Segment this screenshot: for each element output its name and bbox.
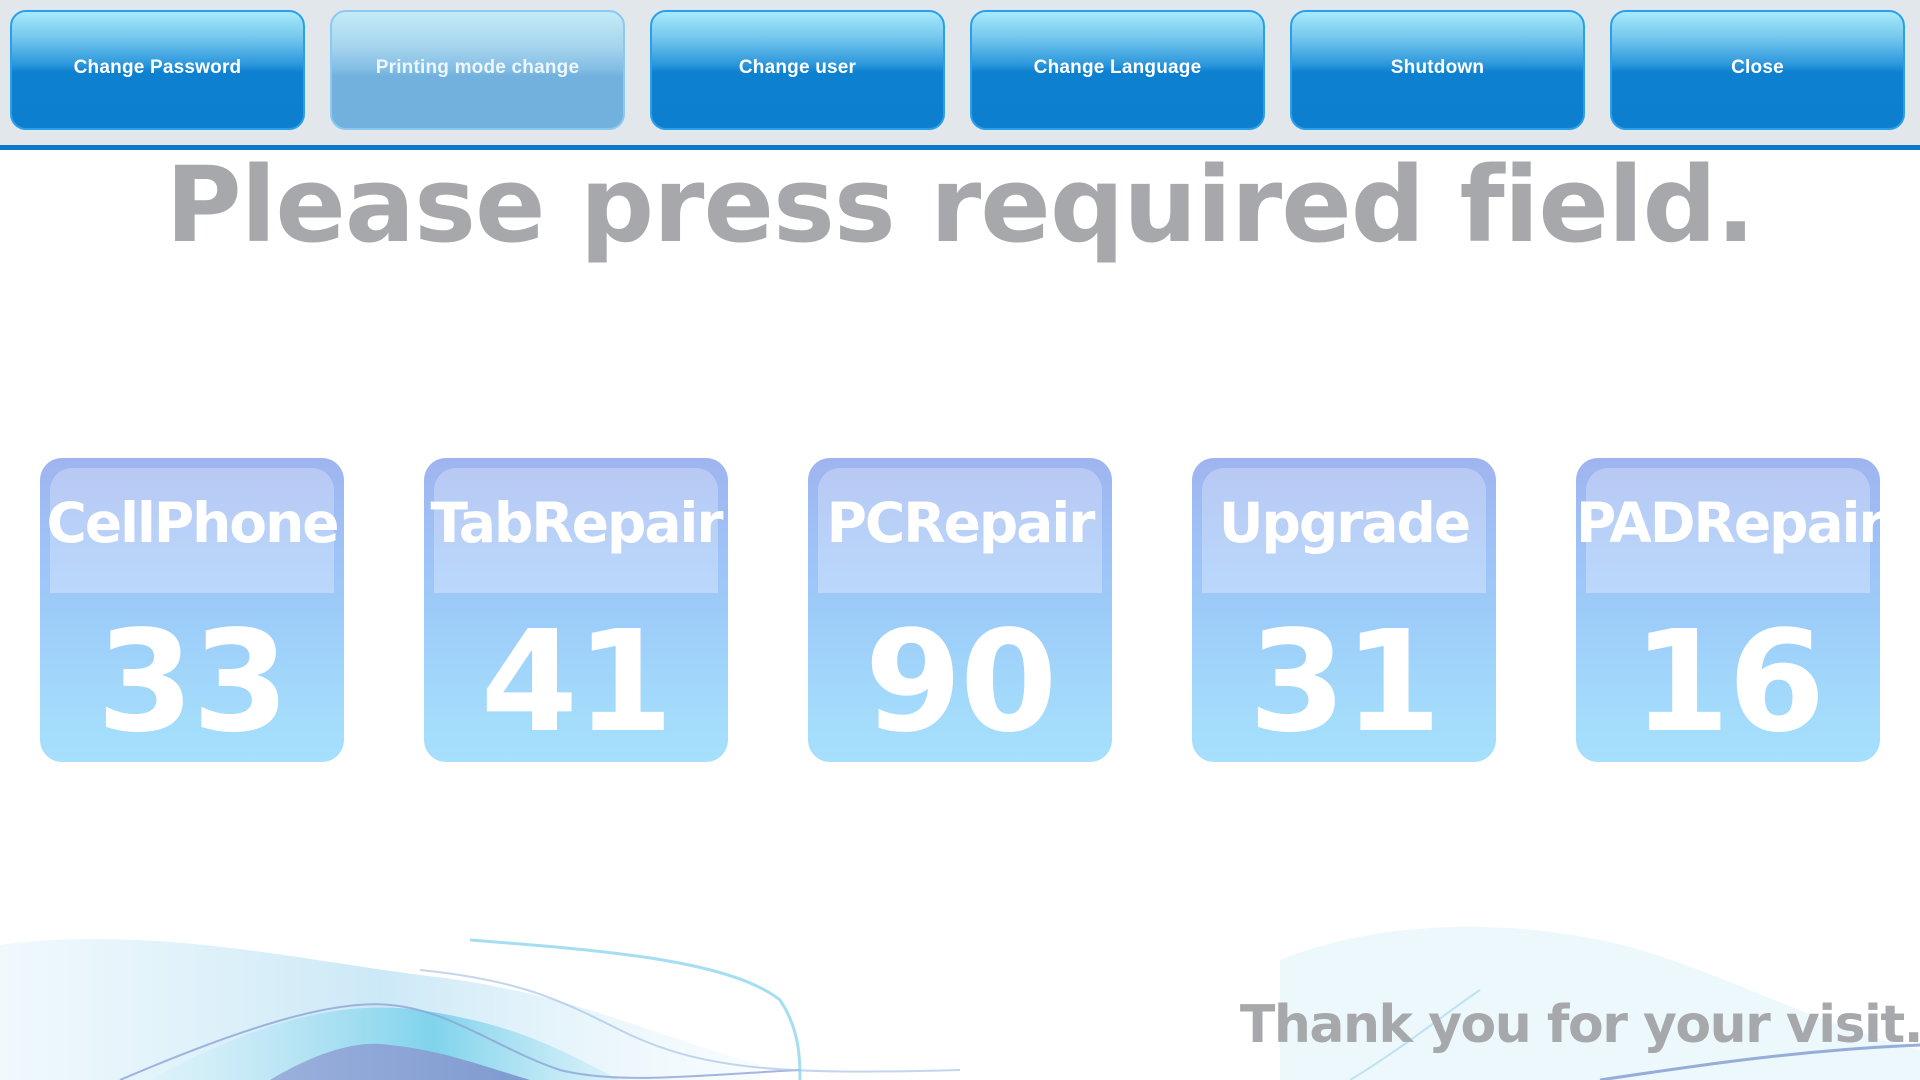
change-password-button[interactable]: Change Password [10, 10, 305, 130]
card-label: TabRepair [430, 491, 723, 555]
card-label: PADRepair [1576, 491, 1886, 555]
change-user-button[interactable]: Change user [650, 10, 945, 130]
top-toolbar: Change Password Printing mode change Cha… [0, 0, 1920, 145]
card-count: 41 [480, 601, 674, 764]
service-card-padrepair[interactable]: PADRepair 16 [1576, 458, 1886, 764]
card-count: 16 [1632, 601, 1826, 764]
service-card-pcrepair[interactable]: PCRepair 90 [808, 458, 1112, 762]
page-title: Please press required field. [165, 144, 1756, 266]
footer-message: Thank you for your visit. [1239, 995, 1920, 1055]
card-label: Upgrade [1218, 491, 1471, 555]
card-count: 90 [864, 601, 1058, 764]
service-card-tabrepair[interactable]: TabRepair 41 [424, 458, 728, 762]
card-label: PCRepair [826, 491, 1096, 555]
card-count: 33 [96, 601, 290, 764]
printing-mode-change-button[interactable]: Printing mode change [330, 10, 625, 130]
service-card-cellphone[interactable]: CellPhone 33 [40, 458, 344, 762]
change-language-button[interactable]: Change Language [970, 10, 1265, 130]
shutdown-button[interactable]: Shutdown [1290, 10, 1585, 130]
card-label: CellPhone [46, 491, 339, 555]
close-button[interactable]: Close [1610, 10, 1905, 130]
card-count: 31 [1248, 601, 1442, 764]
service-card-upgrade[interactable]: Upgrade 31 [1192, 458, 1496, 762]
